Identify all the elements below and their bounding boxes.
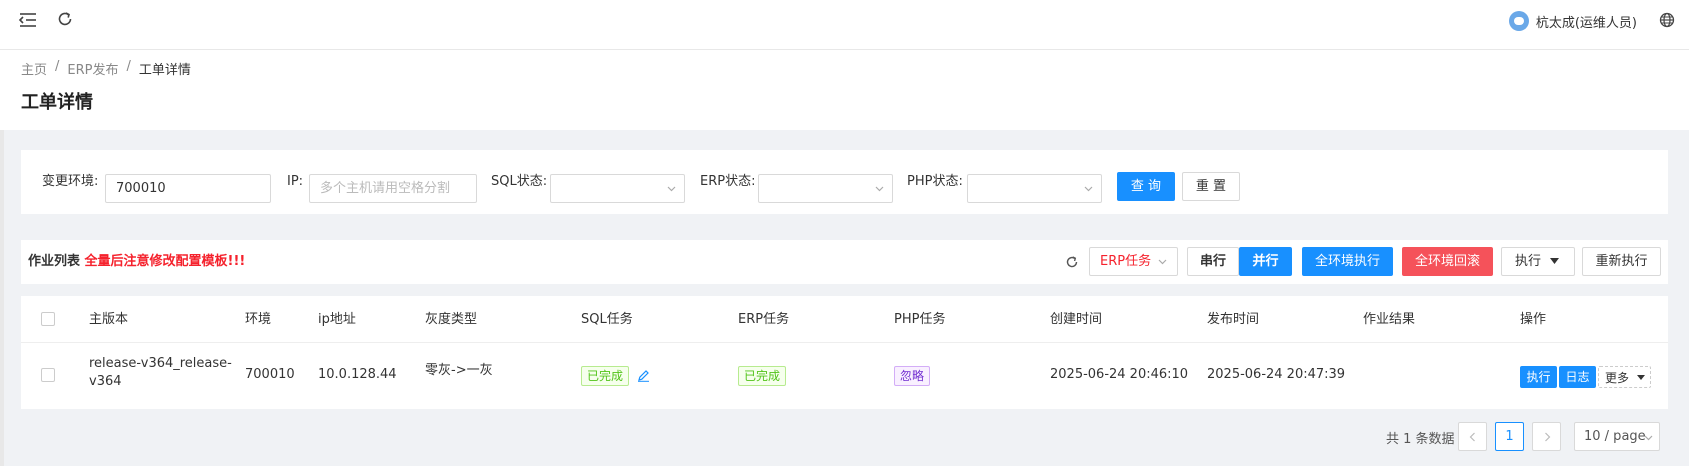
breadcrumb-current: 工单详情 xyxy=(138,63,191,78)
serial-button[interactable]: 串行 xyxy=(1187,247,1239,276)
task-type-select[interactable]: ERP任务 xyxy=(1089,247,1178,276)
left-divider xyxy=(0,130,4,469)
job-list-warning: 全量后注意修改配置模板!!! xyxy=(84,254,246,269)
chevron-down-icon xyxy=(875,186,884,192)
parallel-button[interactable]: 并行 xyxy=(1239,247,1292,276)
php-task-status-badge: 忽略 xyxy=(894,366,931,386)
reset-button[interactable]: 重 置 xyxy=(1182,172,1240,201)
table-header: 主版本 环境 ip地址 灰度类型 SQL任务 ERP任务 PHP任务 创建时间 … xyxy=(21,296,1668,343)
chevron-down-icon xyxy=(1084,186,1093,192)
exec-all-env-button[interactable]: 全环境执行 xyxy=(1302,247,1393,276)
reload-icon[interactable] xyxy=(1065,255,1079,269)
filter-form: 变更环境: 700010 IP: 多个主机请用空格分割 SQL状态: ERP状态… xyxy=(21,150,1668,214)
page-1-button[interactable]: 1 xyxy=(1495,422,1524,451)
created-time-cell: 2025-06-24 20:46:10 xyxy=(1050,367,1189,382)
sql-status-label: SQL状态: xyxy=(491,174,548,189)
user-menu[interactable]: 杭太成(运维人员) xyxy=(1508,10,1637,32)
erp-status-select[interactable] xyxy=(758,174,893,203)
erp-status-label: ERP状态: xyxy=(700,174,756,189)
breadcrumb-home[interactable]: 主页 xyxy=(21,59,47,78)
row-log-button[interactable]: 日志 xyxy=(1559,366,1596,388)
breadcrumb-erp-release[interactable]: ERP发布 xyxy=(67,59,118,78)
chevron-down-icon xyxy=(1158,259,1167,265)
gray-type-cell: 零灰->一灰 xyxy=(425,363,493,378)
col-ip: ip地址 xyxy=(318,312,356,327)
chevron-down-icon xyxy=(1644,435,1653,441)
col-actions: 操作 xyxy=(1520,312,1547,327)
col-created-time: 创建时间 xyxy=(1050,312,1103,327)
page-size-select[interactable]: 10 / page xyxy=(1574,422,1660,451)
col-gray-type: 灰度类型 xyxy=(425,312,478,327)
menu-fold-icon[interactable] xyxy=(18,10,38,30)
col-php-task: PHP任务 xyxy=(894,312,946,327)
publish-time-cell: 2025-06-24 20:47:39 xyxy=(1207,367,1346,382)
caret-down-icon xyxy=(1637,375,1645,380)
chevron-down-icon xyxy=(667,186,676,192)
env-cell: 700010 xyxy=(245,367,295,382)
breadcrumb: 主页 / ERP发布 / 工单详情 xyxy=(21,59,191,78)
job-table: 主版本 环境 ip地址 灰度类型 SQL任务 ERP任务 PHP任务 创建时间 … xyxy=(21,296,1668,409)
env-input[interactable]: 700010 xyxy=(105,174,271,203)
edit-icon[interactable] xyxy=(637,369,650,382)
rollback-all-env-button[interactable]: 全环境回滚 xyxy=(1402,247,1493,276)
caret-down-icon xyxy=(1550,258,1559,264)
prev-page-button[interactable] xyxy=(1458,422,1487,451)
pagination-total: 共 1 条数据 xyxy=(1386,432,1455,447)
ip-cell: 10.0.128.44 xyxy=(318,367,397,382)
col-erp-task: ERP任务 xyxy=(738,312,790,327)
col-sql-task: SQL任务 xyxy=(581,312,633,327)
exec-dropdown-label: 执行 xyxy=(1515,254,1542,269)
col-main-version: 主版本 xyxy=(89,312,129,327)
user-name: 杭太成(运维人员) xyxy=(1535,15,1637,31)
task-type-value: ERP任务 xyxy=(1100,254,1152,269)
next-page-button[interactable] xyxy=(1532,422,1561,451)
job-list-title: 作业列表 全量后注意修改配置模板!!! xyxy=(28,240,245,284)
sql-status-select[interactable] xyxy=(550,174,685,203)
row-exec-button[interactable]: 执行 xyxy=(1520,366,1557,388)
chevron-left-icon xyxy=(1469,432,1475,442)
row-checkbox[interactable] xyxy=(41,368,55,382)
row-more-label: 更多 xyxy=(1605,371,1630,385)
globe-icon[interactable] xyxy=(1659,12,1675,28)
ip-label: IP: xyxy=(287,174,304,189)
exec-dropdown-button[interactable]: 执行 xyxy=(1501,247,1575,276)
page-title: 工单详情 xyxy=(21,92,93,113)
col-env: 环境 xyxy=(245,312,272,327)
table-row: release-v364_release- v364 700010 10.0.1… xyxy=(21,343,1668,409)
job-list-label: 作业列表 xyxy=(28,254,81,269)
row-more-dropdown[interactable]: 更多 xyxy=(1598,366,1651,388)
sql-task-status-badge: 已完成 xyxy=(581,366,630,386)
page-header: 主页 / ERP发布 / 工单详情 工单详情 xyxy=(0,50,1689,130)
job-list-toolbar: 作业列表 全量后注意修改配置模板!!! ERP任务 串行 并行 全环境执行 全环… xyxy=(21,240,1668,284)
php-status-label: PHP状态: xyxy=(907,174,963,189)
main-version-line2: v364 xyxy=(89,374,122,389)
reload-icon[interactable] xyxy=(56,10,74,28)
php-status-select[interactable] xyxy=(967,174,1102,203)
main-version-line1: release-v364_release- xyxy=(89,356,232,371)
rerun-button[interactable]: 重新执行 xyxy=(1582,247,1661,276)
breadcrumb-separator: / xyxy=(126,59,131,74)
col-publish-time: 发布时间 xyxy=(1207,312,1260,327)
env-label: 变更环境: xyxy=(42,174,99,189)
chevron-right-icon xyxy=(1545,432,1551,442)
avatar xyxy=(1508,11,1529,31)
query-button[interactable]: 查 询 xyxy=(1117,172,1175,201)
select-all-checkbox[interactable] xyxy=(41,312,55,326)
col-job-result: 作业结果 xyxy=(1363,312,1416,327)
breadcrumb-separator: / xyxy=(55,59,60,74)
erp-task-status-badge: 已完成 xyxy=(738,366,787,386)
top-bar: 杭太成(运维人员) xyxy=(0,0,1689,50)
page-size-value: 10 / page xyxy=(1584,429,1646,444)
ip-input[interactable]: 多个主机请用空格分割 xyxy=(309,174,477,203)
